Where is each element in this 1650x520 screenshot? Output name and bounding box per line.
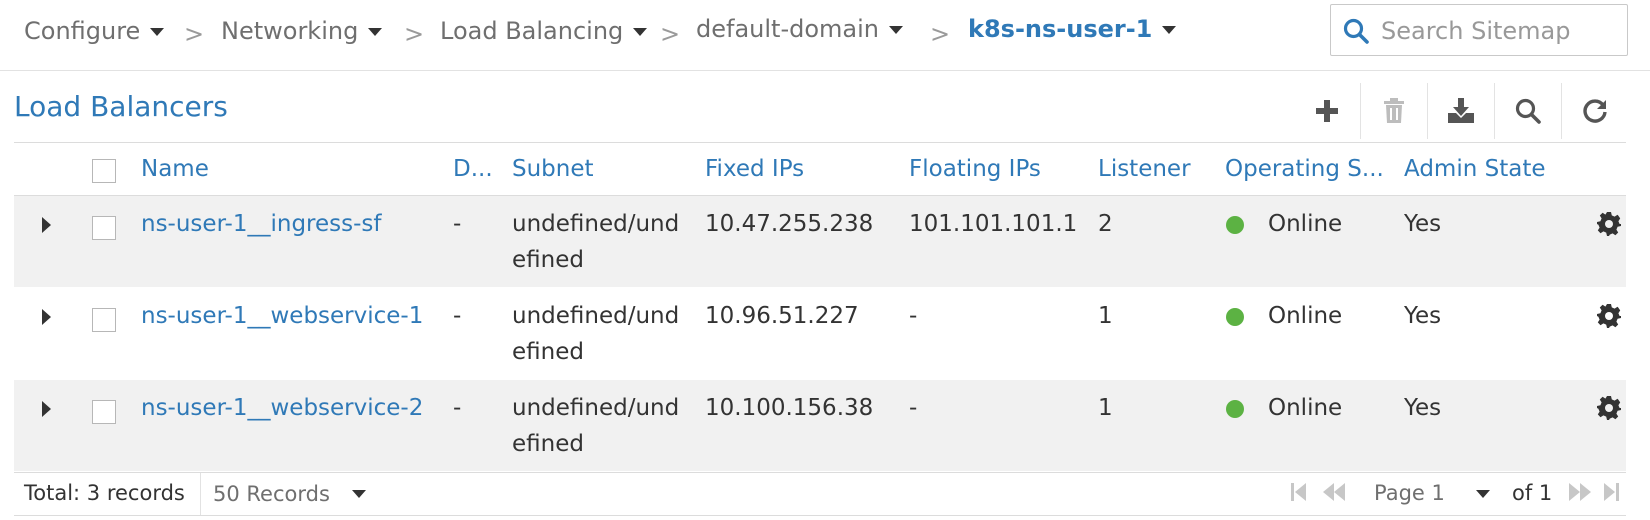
page-select[interactable]: Page 1 — [1374, 481, 1445, 505]
listener-cell: 1 — [1098, 395, 1113, 421]
export-button[interactable] — [1427, 83, 1494, 139]
table-row: ns-user-1__webservice-2 - undefined/unde… — [14, 380, 1626, 472]
breadcrumb-separator: > — [930, 20, 951, 48]
table-row: ns-user-1__ingress-sf - undefined/undefi… — [14, 196, 1626, 288]
download-icon — [1448, 98, 1474, 123]
grid-search-button[interactable] — [1494, 83, 1561, 139]
operating-status-cell: Online — [1268, 303, 1343, 329]
last-page-icon[interactable] — [1602, 481, 1620, 503]
column-header-operating-status[interactable]: Operating S... — [1225, 151, 1384, 187]
total-records-label: Total: 3 records — [24, 481, 185, 505]
sitemap-search — [1330, 4, 1628, 56]
caret-down-icon — [150, 28, 165, 36]
status-dot-icon — [1226, 400, 1244, 418]
description-cell: - — [453, 211, 462, 237]
fixed-ips-cell: 10.96.51.227 — [705, 303, 859, 329]
breadcrumb-separator: > — [660, 20, 681, 48]
breadcrumb-label: Load Balancing — [440, 17, 624, 45]
breadcrumb-separator: > — [184, 20, 205, 48]
caret-down-icon — [1162, 26, 1177, 34]
lb-name-link[interactable]: ns-user-1__webservice-1 — [141, 298, 423, 334]
breadcrumb: Configure > Networking > Load Balancing … — [0, 0, 1650, 71]
select-all-checkbox[interactable] — [92, 159, 116, 183]
breadcrumb-item-load-balancing[interactable]: Load Balancing — [440, 16, 648, 46]
gear-icon[interactable] — [1597, 396, 1621, 420]
caret-down-icon[interactable] — [1476, 490, 1490, 498]
column-header-name[interactable]: Name — [141, 151, 209, 187]
search-input[interactable] — [1379, 13, 1621, 49]
load-balancers-grid: Name D... Subnet Fixed IPs Floating IPs … — [14, 142, 1626, 472]
plus-icon — [1316, 100, 1338, 122]
listener-cell: 2 — [1098, 211, 1113, 237]
floating-ips-cell: - — [909, 303, 918, 329]
floating-ips-cell: - — [909, 395, 918, 421]
add-button[interactable] — [1294, 83, 1360, 139]
lb-name-link[interactable]: ns-user-1__webservice-2 — [141, 390, 423, 426]
next-page-icon[interactable] — [1568, 481, 1592, 503]
expand-row-icon[interactable] — [42, 309, 51, 325]
breadcrumb-item-default-domain[interactable]: default-domain — [696, 14, 903, 44]
caret-down-icon — [889, 26, 903, 34]
operating-status-cell: Online — [1268, 211, 1343, 237]
column-header-admin-state[interactable]: Admin State — [1404, 151, 1546, 187]
page-title: Load Balancers — [14, 90, 228, 123]
subnet-cell: undefined/undefined — [512, 395, 680, 457]
lb-name-link[interactable]: ns-user-1__ingress-sf — [141, 206, 382, 242]
expand-row-icon[interactable] — [42, 217, 51, 233]
grid-footer: Total: 3 records 50 Records Page 1 of 1 — [14, 472, 1626, 516]
breadcrumb-label: Networking — [221, 17, 359, 45]
gear-icon[interactable] — [1597, 304, 1621, 328]
page-total-label: of 1 — [1512, 481, 1553, 505]
row-checkbox[interactable] — [92, 308, 116, 332]
listener-cell: 1 — [1098, 303, 1113, 329]
table-row: ns-user-1__webservice-1 - undefined/unde… — [14, 288, 1626, 380]
delete-button[interactable] — [1360, 83, 1427, 139]
table-header: Name D... Subnet Fixed IPs Floating IPs … — [14, 142, 1626, 196]
fixed-ips-cell: 10.100.156.38 — [705, 395, 874, 421]
gear-icon[interactable] — [1597, 212, 1621, 236]
breadcrumb-label: default-domain — [696, 15, 879, 43]
status-dot-icon — [1226, 216, 1244, 234]
caret-down-icon — [633, 28, 648, 36]
expand-row-icon[interactable] — [42, 401, 51, 417]
operating-status-cell: Online — [1268, 395, 1343, 421]
breadcrumb-item-k8s-ns-user-1[interactable]: k8s-ns-user-1 — [968, 14, 1177, 44]
refresh-button[interactable] — [1561, 83, 1628, 139]
refresh-icon — [1583, 99, 1607, 123]
breadcrumb-item-networking[interactable]: Networking — [221, 16, 383, 46]
floating-ips-cell: 101.101.101.1 — [909, 211, 1078, 237]
admin-state-cell: Yes — [1404, 395, 1442, 421]
fixed-ips-cell: 10.47.255.238 — [705, 211, 874, 237]
description-cell: - — [453, 303, 462, 329]
previous-page-icon[interactable] — [1322, 481, 1346, 503]
breadcrumb-item-configure[interactable]: Configure — [24, 16, 165, 46]
breadcrumb-label: Configure — [24, 17, 141, 45]
caret-down-icon — [351, 490, 366, 498]
trash-icon — [1384, 98, 1404, 123]
column-header-floating-ips[interactable]: Floating IPs — [909, 151, 1041, 187]
subnet-cell: undefined/undefined — [512, 303, 680, 365]
row-checkbox[interactable] — [92, 216, 116, 240]
page-size-select[interactable]: 50 Records — [200, 473, 391, 515]
admin-state-cell: Yes — [1404, 303, 1442, 329]
column-header-listener[interactable]: Listener — [1098, 151, 1191, 187]
column-header-subnet[interactable]: Subnet — [512, 151, 594, 187]
first-page-icon[interactable] — [1290, 481, 1308, 503]
breadcrumb-label: k8s-ns-user-1 — [968, 15, 1153, 43]
breadcrumb-separator: > — [404, 20, 425, 48]
grid-toolbar — [1294, 83, 1628, 139]
page-size-value: 50 Records — [213, 482, 330, 506]
subnet-cell: undefined/undefined — [512, 211, 680, 273]
caret-down-icon — [368, 28, 383, 36]
column-header-description[interactable]: D... — [453, 151, 493, 187]
row-checkbox[interactable] — [92, 400, 116, 424]
description-cell: - — [453, 395, 462, 421]
status-dot-icon — [1226, 308, 1244, 326]
column-header-fixed-ips[interactable]: Fixed IPs — [705, 151, 804, 187]
admin-state-cell: Yes — [1404, 211, 1442, 237]
search-icon — [1515, 98, 1541, 124]
search-icon — [1343, 18, 1369, 44]
